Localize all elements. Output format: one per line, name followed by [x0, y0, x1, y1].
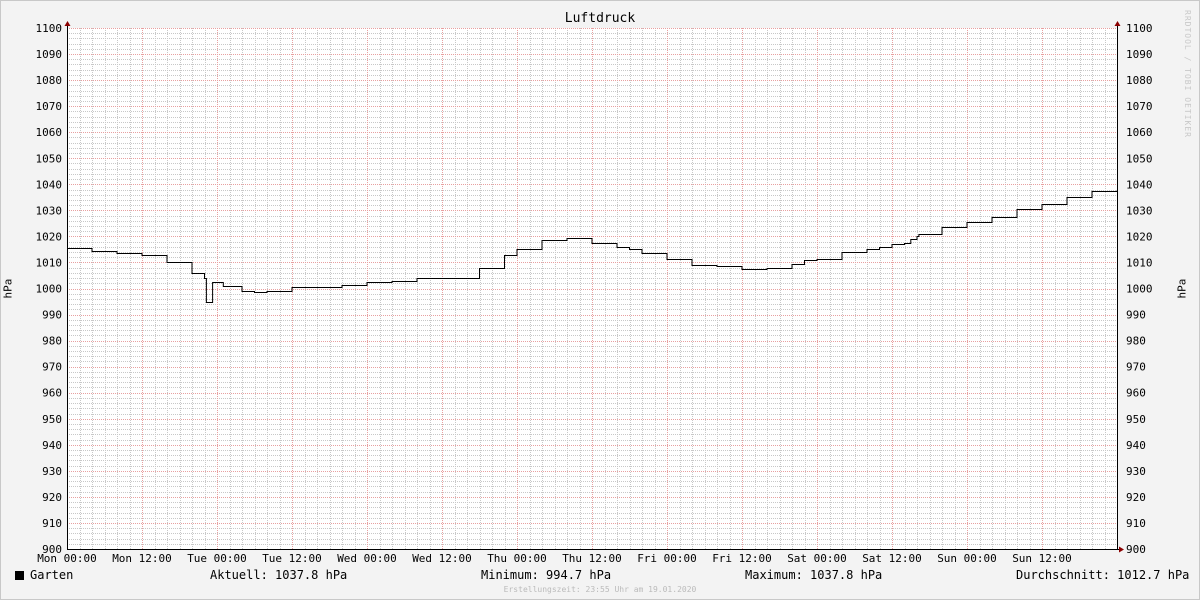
- y-tick-label-right: 1060: [1126, 126, 1153, 139]
- legend-label: Garten: [30, 568, 74, 582]
- y-tick-label-left: 1070: [36, 100, 63, 113]
- x-tick-label: Sun 12:00: [1012, 552, 1072, 565]
- y-tick-label-left: 930: [42, 465, 62, 478]
- y-tick-label-left: 1100: [36, 22, 63, 35]
- y-tick-label-left: 940: [42, 439, 62, 452]
- y-tick-label-right: 1020: [1126, 230, 1153, 243]
- x-tick-label: Sat 00:00: [787, 552, 847, 565]
- y-tick-label-right: 990: [1126, 309, 1146, 322]
- legend-swatch: [15, 571, 24, 580]
- y-axis-arrow-left: [64, 21, 71, 26]
- y-tick-label-left: 1040: [36, 178, 63, 191]
- legend-entry-garten: Garten: [15, 568, 73, 582]
- y-tick-label-right: 950: [1126, 413, 1146, 426]
- y-tick-label-left: 1020: [36, 230, 63, 243]
- y-tick-label-left: 960: [42, 387, 62, 400]
- y-tick-label-left: 990: [42, 309, 62, 322]
- x-tick-label: Tue 12:00: [262, 552, 322, 565]
- x-axis-arrow: [1119, 546, 1124, 553]
- y-axis-arrow-right: [1114, 21, 1121, 26]
- x-tick-label: Thu 00:00: [487, 552, 547, 565]
- stat-average: Durchschnitt: 1012.7 hPa: [1016, 568, 1190, 582]
- x-tick-label: Sat 12:00: [862, 552, 922, 565]
- y-tick-label-right: 1070: [1126, 100, 1153, 113]
- y-tick-label-left: 1050: [36, 152, 63, 165]
- x-tick-label: Fri 00:00: [637, 552, 697, 565]
- x-tick-label: Wed 12:00: [412, 552, 472, 565]
- y-tick-label-right: 1090: [1126, 48, 1153, 61]
- y-tick-label-right: 1030: [1126, 204, 1153, 217]
- y-tick-label-left: 950: [42, 413, 62, 426]
- y-tick-label-right: 1050: [1126, 152, 1153, 165]
- stat-current: Aktuell: 1037.8 hPa: [210, 568, 348, 582]
- y-tick-label-left: 910: [42, 517, 62, 530]
- y-tick-label-left: 1010: [36, 256, 63, 269]
- stat-maximum: Maximum: 1037.8 hPa: [745, 568, 883, 582]
- y-tick-label-right: 960: [1126, 387, 1146, 400]
- y-tick-label-right: 1100: [1126, 22, 1153, 35]
- x-tick-label: Thu 12:00: [562, 552, 622, 565]
- creation-time: Erstellungszeit: 23:55 Uhr am 19.01.2020: [503, 585, 697, 594]
- x-tick-label: Mon 00:00: [37, 552, 97, 565]
- rrdtool-credit: RRDTOOL / TOBI OETIKER: [1183, 10, 1192, 138]
- x-tick-label: Tue 00:00: [187, 552, 247, 565]
- x-tick-label: Mon 12:00: [112, 552, 172, 565]
- y-tick-label-right: 910: [1126, 517, 1146, 530]
- y-tick-label-left: 1080: [36, 74, 63, 87]
- y-tick-label-right: 1080: [1126, 74, 1153, 87]
- y-tick-label-left: 1060: [36, 126, 63, 139]
- stat-minimum: Minimum: 994.7 hPa: [481, 568, 612, 582]
- y-tick-label-right: 940: [1126, 439, 1146, 452]
- chart-window: Luftdruck 900 900 910 910 920 920 930 930 940 940…: [0, 0, 1200, 600]
- y-tick-label-right: 970: [1126, 361, 1146, 374]
- y-tick-label-right: 920: [1126, 491, 1146, 504]
- y-tick-label-left: 1030: [36, 204, 63, 217]
- y-tick-label-right: 1010: [1126, 256, 1153, 269]
- y-tick-label-right: 900: [1126, 543, 1146, 556]
- y-tick-label-left: 980: [42, 335, 62, 348]
- y-tick-label-left: 920: [42, 491, 62, 504]
- y-axis-label-right: hPa: [1175, 278, 1189, 299]
- x-tick-label: Sun 00:00: [937, 552, 997, 565]
- x-tick-label: Wed 00:00: [337, 552, 397, 565]
- y-tick-label-right: 980: [1126, 335, 1146, 348]
- y-tick-label-left: 1090: [36, 48, 63, 61]
- luftdruck-chart: 900 900910 910920 920930 930940 940950 950960 9…: [36, 21, 1153, 565]
- y-tick-label-right: 1040: [1126, 178, 1153, 191]
- y-tick-label-right: 930: [1126, 465, 1146, 478]
- y-axis-label-left: hPa: [1, 278, 15, 299]
- x-tick-label: Fri 12:00: [712, 552, 772, 565]
- y-tick-label-right: 1000: [1126, 283, 1153, 296]
- y-tick-label-left: 970: [42, 361, 62, 374]
- y-tick-label-left: 1000: [36, 283, 63, 296]
